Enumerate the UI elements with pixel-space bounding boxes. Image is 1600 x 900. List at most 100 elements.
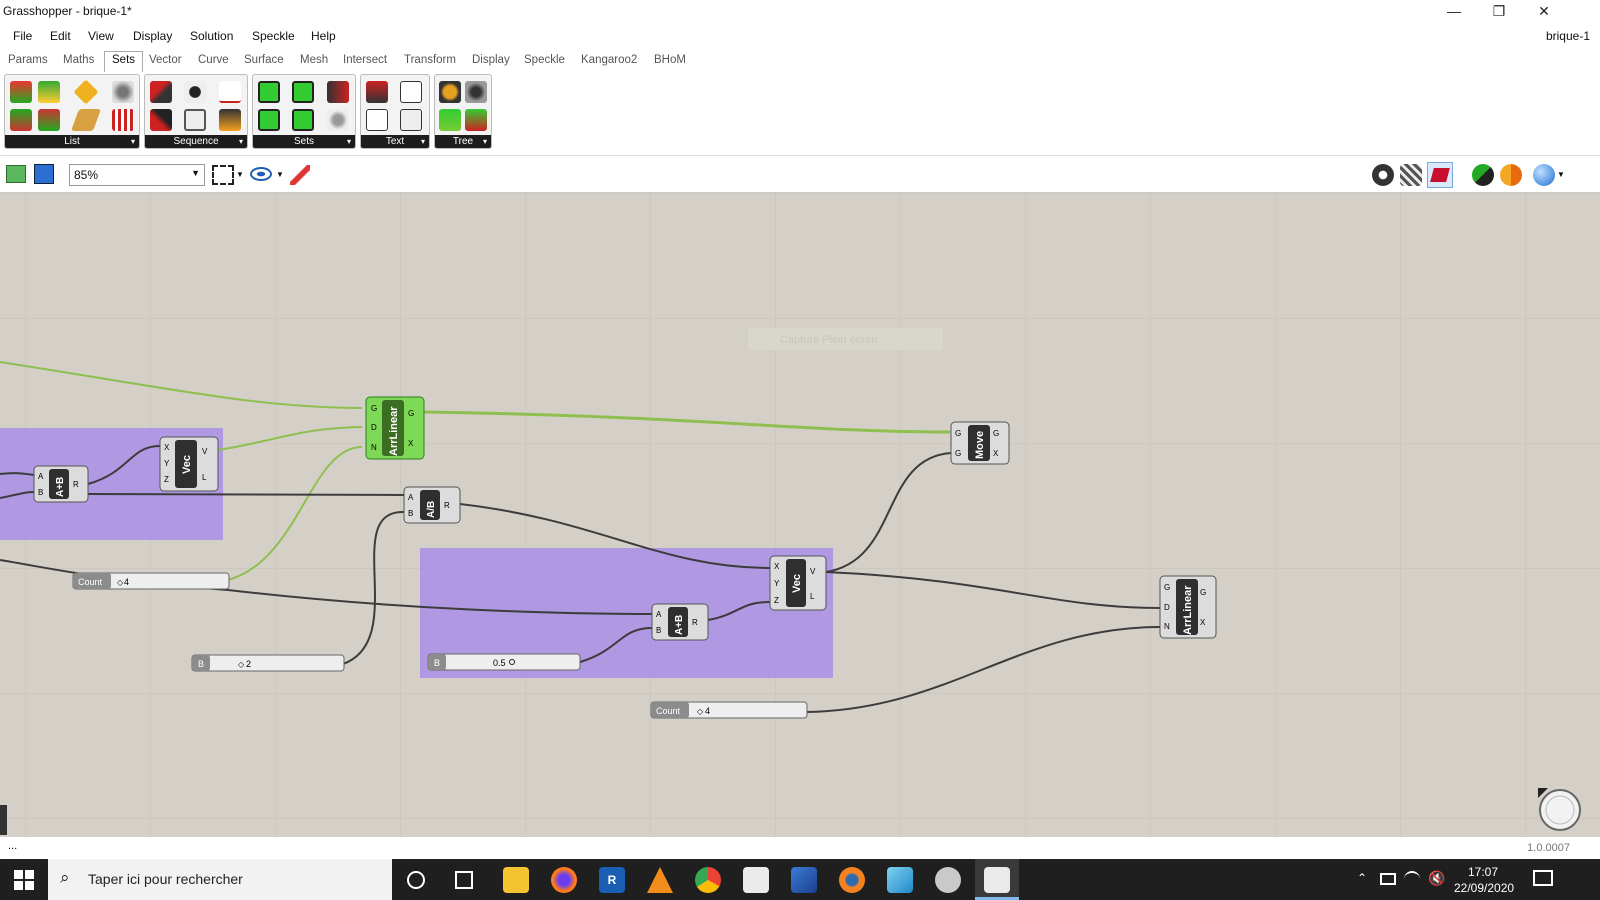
set-intersection-icon[interactable]: [258, 109, 280, 131]
notification-icon[interactable]: [1533, 870, 1553, 886]
set-majority-icon[interactable]: [292, 109, 314, 131]
firefox-icon[interactable]: [551, 867, 577, 893]
preview-shaded-icon[interactable]: [1400, 164, 1422, 186]
random-icon[interactable]: [219, 81, 241, 103]
tab-curve[interactable]: Curve: [198, 54, 229, 66]
sort-text-icon[interactable]: [400, 109, 422, 131]
menu-speckle[interactable]: Speckle: [252, 29, 295, 43]
windows-start-icon[interactable]: [14, 870, 34, 890]
preview-eye-icon[interactable]: [250, 167, 272, 181]
cortana-icon[interactable]: [407, 871, 425, 889]
set-union-icon[interactable]: [258, 81, 280, 103]
prune-tree-icon[interactable]: [465, 109, 487, 131]
move-component[interactable]: Move G G G X: [950, 421, 1010, 465]
split-list-icon[interactable]: [112, 81, 134, 103]
chevron-down-icon[interactable]: ▼: [276, 170, 284, 179]
tab-display[interactable]: Display: [472, 54, 510, 66]
arrlinear-component-2[interactable]: ArrLinear G D N G X: [1159, 575, 1217, 639]
partition-list-icon[interactable]: [112, 109, 134, 131]
jitter-icon[interactable]: [219, 109, 241, 131]
menu-view[interactable]: View: [88, 29, 114, 43]
addition-component-2[interactable]: A+B A B R: [651, 603, 709, 641]
task-view-icon[interactable]: [455, 871, 473, 889]
cull-index-icon[interactable]: [150, 81, 172, 103]
vec-component-2[interactable]: Vec X Y Z V L: [769, 555, 827, 611]
save-file-icon[interactable]: [34, 164, 54, 184]
preview-wireframe-icon[interactable]: [1372, 164, 1394, 186]
member-index-icon[interactable]: [327, 81, 349, 103]
tab-intersect[interactable]: Intersect: [343, 54, 387, 66]
document-preview-icon[interactable]: [1472, 164, 1494, 186]
cull-pattern-icon[interactable]: [150, 109, 172, 131]
list-length-icon[interactable]: [73, 79, 99, 105]
paint-icon[interactable]: [935, 867, 961, 893]
set-difference-icon[interactable]: [292, 81, 314, 103]
panel-sequence-label[interactable]: Sequence ▾: [145, 135, 247, 148]
open-file-icon[interactable]: [6, 165, 26, 183]
text-fragment-icon[interactable]: [400, 81, 422, 103]
close-button[interactable]: ✕: [1521, 0, 1567, 24]
sort-list-icon[interactable]: [38, 81, 60, 103]
taskbar-search[interactable]: ⌕ Taper ici pour rechercher: [48, 859, 392, 900]
tab-transform[interactable]: Transform: [404, 54, 456, 66]
clock-date[interactable]: 22/09/2020: [1454, 881, 1514, 895]
wifi-icon[interactable]: [1404, 871, 1420, 887]
battery-icon[interactable]: [1380, 873, 1396, 885]
slider-grip-icon[interactable]: ◇: [238, 660, 245, 669]
panel-sets-label[interactable]: Sets ▾: [253, 135, 355, 148]
series-icon[interactable]: [184, 81, 206, 103]
menu-file[interactable]: File: [13, 29, 32, 43]
addition-component-1[interactable]: A+B A B R: [33, 465, 89, 503]
text-join-icon[interactable]: [366, 81, 388, 103]
canvas-scroll-handle[interactable]: [0, 805, 7, 835]
flatten-tree-icon[interactable]: [439, 81, 461, 103]
preview-selected-button[interactable]: [1427, 162, 1453, 188]
panel-tree-label[interactable]: Tree ▾: [435, 135, 491, 148]
slider-grip-icon[interactable]: ◇: [697, 707, 704, 716]
chevron-up-icon[interactable]: ⌃: [1357, 871, 1367, 885]
tab-params[interactable]: Params: [8, 54, 48, 66]
minimize-button[interactable]: —: [1431, 0, 1477, 24]
delete-consecutive-icon[interactable]: [327, 109, 349, 131]
material-icon[interactable]: [1500, 164, 1522, 186]
zoom-extents-icon[interactable]: [212, 165, 234, 185]
speaker-muted-icon[interactable]: 🔇: [1428, 870, 1445, 887]
sketch-pen-icon[interactable]: [290, 165, 310, 185]
list-item-icon[interactable]: [10, 81, 32, 103]
menu-help[interactable]: Help: [311, 29, 336, 43]
rhino-6-active-icon[interactable]: [975, 859, 1019, 900]
text-case-icon[interactable]: [366, 109, 388, 131]
chevron-down-icon[interactable]: ▼: [1557, 170, 1565, 179]
count-slider-2[interactable]: Count 4 ◇: [650, 701, 808, 719]
sketchup-icon[interactable]: [887, 867, 913, 893]
grasshopper-canvas[interactable]: Capture Plein écran Count 4 ◇ B 2 ◇ B 0.…: [0, 193, 1600, 837]
tab-speckle[interactable]: Speckle: [524, 54, 565, 66]
panel-text-label[interactable]: Text ▾: [361, 135, 429, 148]
menu-solution[interactable]: Solution: [190, 29, 233, 43]
vec-component-1[interactable]: Vec X Y Z V L: [159, 436, 219, 492]
reverse-list-icon[interactable]: [38, 109, 60, 131]
arrlinear-component-selected[interactable]: ArrLinear G D N G X: [365, 396, 425, 460]
vlc-icon[interactable]: [647, 867, 673, 893]
tab-vector[interactable]: Vector: [149, 54, 182, 66]
blender-icon[interactable]: [839, 867, 865, 893]
restore-button[interactable]: ❐: [1476, 0, 1522, 24]
explode-tree-icon[interactable]: [439, 109, 461, 131]
clock-time[interactable]: 17:07: [1468, 865, 1498, 879]
division-component[interactable]: A/B A B R: [403, 486, 461, 524]
tab-kangaroo2[interactable]: Kangaroo2: [581, 54, 637, 66]
menu-edit[interactable]: Edit: [50, 29, 71, 43]
b-slider-2[interactable]: B 2 ◇: [191, 654, 345, 672]
graft-tree-icon[interactable]: [465, 81, 487, 103]
solution-sphere-icon[interactable]: [1533, 164, 1555, 186]
chevron-down-icon[interactable]: ▼: [236, 170, 244, 179]
file-explorer-icon[interactable]: [503, 867, 529, 893]
revit-icon[interactable]: R: [599, 867, 625, 893]
count-slider-1[interactable]: Count 4 ◇: [72, 572, 230, 590]
insert-items-icon[interactable]: [10, 109, 32, 131]
tab-surface[interactable]: Surface: [244, 54, 284, 66]
tab-sets[interactable]: Sets: [104, 51, 144, 72]
wire-to-div-a[interactable]: [87, 493, 405, 496]
b-slider-0.5[interactable]: B 0.5: [427, 653, 581, 671]
duplicate-data-icon[interactable]: [184, 109, 206, 131]
